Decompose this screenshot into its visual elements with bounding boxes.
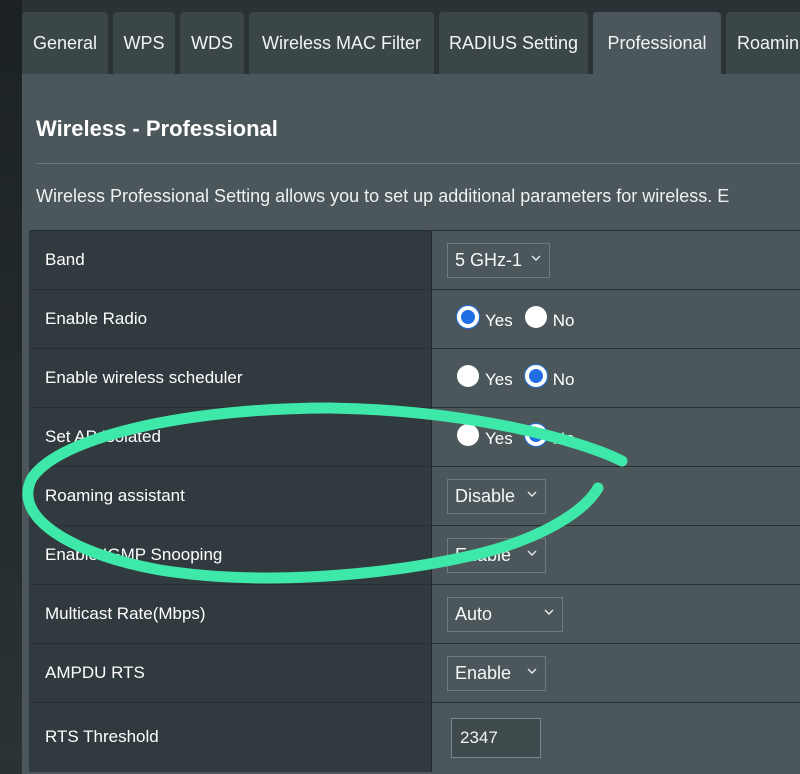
enable-radio-yes-label: Yes bbox=[485, 311, 513, 330]
roaming-assistant-select[interactable]: Disable bbox=[447, 479, 546, 514]
ap-isolated-yes-label: Yes bbox=[485, 429, 513, 448]
roaming-assistant-select-value: Disable bbox=[455, 486, 516, 506]
row-rts-threshold: RTS Threshold 2347 bbox=[29, 702, 800, 772]
row-wireless-scheduler: Enable wireless scheduler Yes No bbox=[29, 348, 800, 407]
roaming-assistant-label: Roaming assistant bbox=[29, 467, 432, 525]
chevron-down-icon bbox=[527, 491, 537, 497]
tab-bar: General WPS WDS Wireless MAC Filter RADI… bbox=[22, 12, 800, 74]
igmp-snooping-select-value: Enable bbox=[455, 545, 512, 565]
tab-wireless-mac-filter[interactable]: Wireless MAC Filter bbox=[249, 12, 434, 74]
row-ampdu-rts: AMPDU RTS Enable bbox=[29, 643, 800, 702]
ampdu-rts-label: AMPDU RTS bbox=[29, 644, 432, 702]
wireless-scheduler-label: Enable wireless scheduler bbox=[29, 349, 432, 407]
tab-radius-setting[interactable]: RADIUS Setting bbox=[439, 12, 588, 74]
enable-radio-yes-radio[interactable] bbox=[457, 306, 479, 328]
chevron-down-icon bbox=[527, 550, 537, 556]
page-description: Wireless Professional Setting allows you… bbox=[36, 186, 730, 206]
enable-radio-no-radio[interactable] bbox=[524, 306, 547, 328]
wireless-scheduler-yes-label: Yes bbox=[485, 370, 513, 389]
tab-wds[interactable]: WDS bbox=[180, 12, 244, 74]
enable-radio-label: Enable Radio bbox=[29, 290, 432, 348]
ampdu-rts-select-value: Enable bbox=[455, 663, 512, 683]
tab-roaming[interactable]: Roamin bbox=[726, 12, 800, 74]
ap-isolated-label: Set AP Isolated bbox=[29, 408, 432, 466]
background-edge bbox=[0, 0, 22, 760]
page-title: Wireless - Professional bbox=[36, 116, 278, 141]
title-divider bbox=[36, 163, 800, 164]
rts-threshold-input[interactable]: 2347 bbox=[451, 718, 541, 758]
igmp-snooping-select[interactable]: Enable bbox=[447, 538, 546, 573]
multicast-rate-select[interactable]: Auto bbox=[447, 597, 563, 632]
row-ap-isolated: Set AP Isolated Yes No bbox=[29, 407, 800, 466]
row-multicast-rate: Multicast Rate(Mbps) Auto bbox=[29, 584, 800, 643]
tab-wps[interactable]: WPS bbox=[113, 12, 175, 74]
tab-professional[interactable]: Professional bbox=[593, 12, 721, 74]
ap-isolated-yes-radio[interactable] bbox=[457, 424, 479, 446]
enable-radio-no-label: No bbox=[552, 311, 575, 330]
band-select-value: 5 GHz-1 bbox=[455, 250, 523, 270]
row-enable-radio: Enable Radio Yes No bbox=[29, 289, 800, 348]
wireless-scheduler-options: Yes No bbox=[457, 365, 586, 389]
tab-general[interactable]: General bbox=[22, 12, 108, 74]
band-select[interactable]: 5 GHz-1 bbox=[447, 243, 550, 278]
row-igmp-snooping: Enable IGMP Snooping Enable bbox=[29, 525, 800, 584]
ap-isolated-no-radio[interactable] bbox=[524, 424, 547, 446]
ampdu-rts-select[interactable]: Enable bbox=[447, 656, 546, 691]
row-band: Band 5 GHz-1 bbox=[29, 230, 800, 289]
chevron-down-icon bbox=[531, 255, 541, 261]
ap-isolated-no-label: No bbox=[552, 429, 575, 448]
wireless-scheduler-no-radio[interactable] bbox=[524, 365, 547, 387]
igmp-snooping-label: Enable IGMP Snooping bbox=[29, 526, 432, 584]
rts-threshold-label: RTS Threshold bbox=[29, 703, 432, 772]
chevron-down-icon bbox=[544, 609, 554, 615]
enable-radio-options: Yes No bbox=[457, 306, 586, 330]
multicast-rate-select-value: Auto bbox=[455, 604, 493, 624]
wireless-scheduler-yes-radio[interactable] bbox=[457, 365, 479, 387]
chevron-down-icon bbox=[527, 668, 537, 674]
multicast-rate-label: Multicast Rate(Mbps) bbox=[29, 585, 432, 643]
band-label: Band bbox=[29, 231, 432, 289]
wireless-scheduler-no-label: No bbox=[552, 370, 575, 389]
row-roaming-assistant: Roaming assistant Disable bbox=[29, 466, 800, 525]
ap-isolated-options: Yes No bbox=[457, 424, 586, 448]
